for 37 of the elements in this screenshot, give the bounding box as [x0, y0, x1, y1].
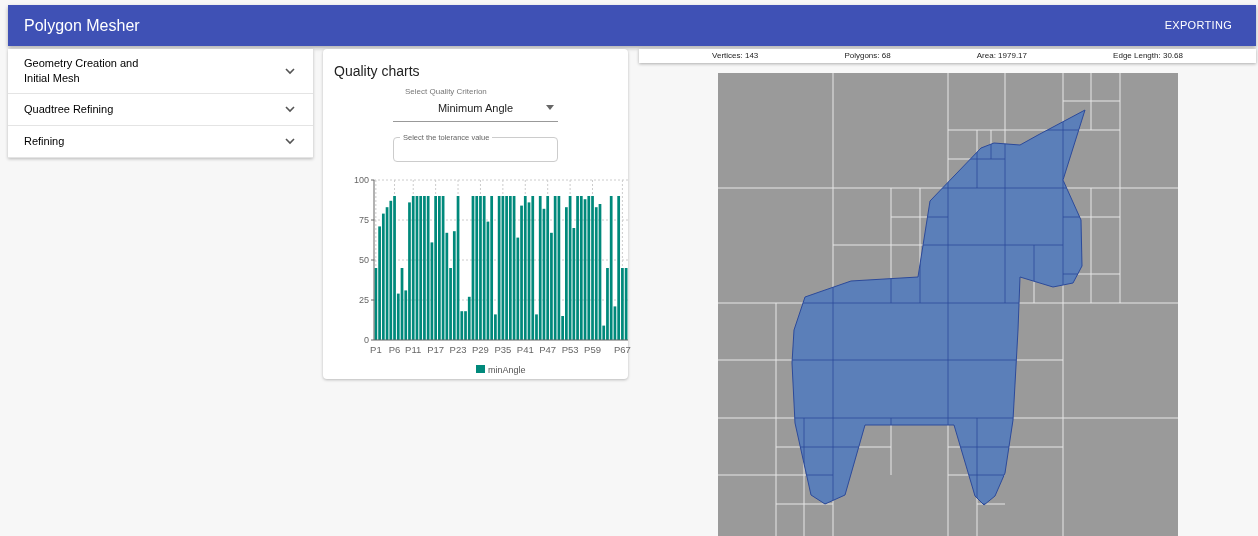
axis-label: P29 [472, 343, 489, 355]
chevron-icon [285, 106, 295, 113]
exporting-button[interactable]: EXPORTING [1156, 11, 1240, 40]
axis-label: P11 [405, 343, 422, 355]
app-title: Polygon Mesher [24, 15, 140, 36]
accordion-header[interactable]: Quadtree Refining [8, 94, 313, 126]
axis-label: P67 [613, 343, 631, 355]
accordion-header[interactable]: Geometry Creation and Initial Mesh [8, 49, 313, 94]
axis-label: P23 [449, 343, 467, 355]
axis-label: P17 [427, 343, 445, 355]
stat-text: Vertices: 143 [712, 50, 759, 62]
caret-icon [546, 105, 554, 110]
axis-label: P6 [388, 343, 401, 355]
card-title: Quality charts [334, 62, 421, 81]
axis-label: P47 [539, 343, 557, 355]
axis-label: P35 [494, 343, 512, 355]
legend-swatch [476, 364, 485, 373]
axis-label: 0 [364, 334, 369, 345]
accordion-title: Refining [24, 134, 66, 149]
stat-text: Polygons: 68 [844, 50, 891, 62]
legend-label: minAngle [488, 364, 526, 374]
accordion-title: Quadtree Refining [24, 102, 115, 117]
axis-label: P41 [516, 343, 534, 355]
axis-label: 25 [359, 294, 369, 305]
stat-text: Edge Length: 30.68 [1113, 50, 1183, 62]
axis-label: P53 [561, 343, 579, 355]
chevron-icon [285, 138, 295, 145]
axis-label: 75 [359, 214, 369, 225]
select-label: Select Quality Criterion [405, 86, 487, 98]
axis-label: P1 [370, 343, 382, 355]
stat-text: Area: 1979.17 [976, 50, 1027, 62]
chevron-icon [285, 67, 295, 75]
axis-label: P59 [584, 343, 601, 355]
accordion-header[interactable]: Refining [8, 126, 313, 158]
accordion-title: Geometry Creation and Initial Mesh [24, 56, 140, 86]
axis-label: 50 [359, 254, 369, 265]
axis-label: 100 [353, 174, 369, 185]
